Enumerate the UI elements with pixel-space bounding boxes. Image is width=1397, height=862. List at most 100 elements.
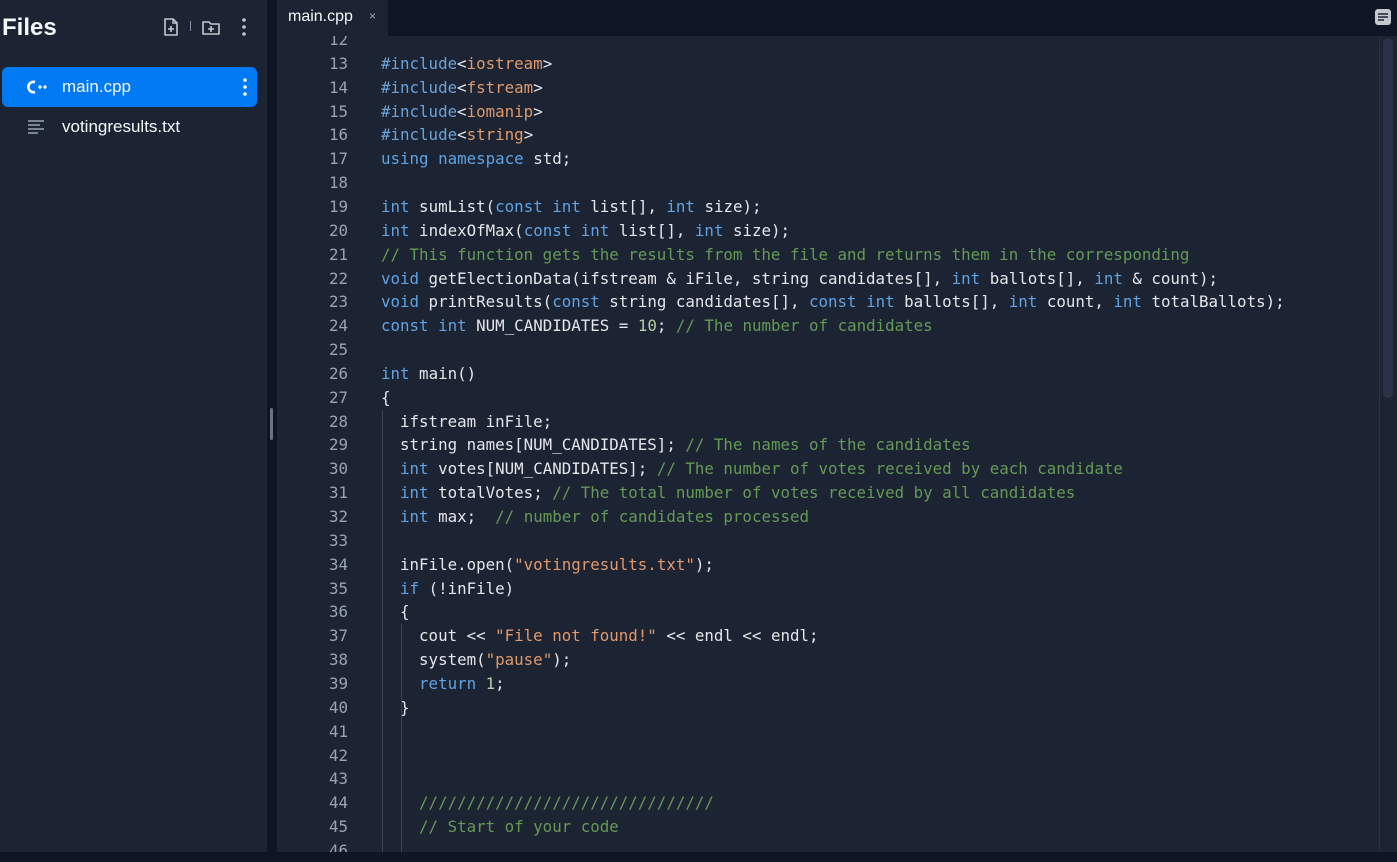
code-text: void getElectionData(ifstream & iFile, s…	[381, 267, 1218, 291]
code-line[interactable]: 31 int totalVotes; // The total number o…	[277, 481, 1379, 505]
code-token: int	[381, 196, 410, 216]
code-text: // This function gets the results from t…	[381, 243, 1189, 267]
code-text: int max; // number of candidates process…	[381, 505, 809, 529]
code-line[interactable]: 30 int votes[NUM_CANDIDATES]; // The num…	[277, 457, 1379, 481]
text-file-icon	[28, 120, 44, 134]
line-number: 29	[328, 435, 348, 455]
code-token: void	[381, 292, 420, 312]
line-number: 34	[328, 554, 348, 574]
code-text: #include<string>	[381, 123, 533, 147]
line-number: 19	[328, 196, 348, 216]
line-number: 21	[328, 244, 348, 264]
code-token: sumList(	[409, 196, 496, 216]
file-item-votingresults-txt[interactable]: votingresults.txt	[2, 107, 257, 147]
pane-resize-handle[interactable]	[270, 408, 273, 440]
code-line[interactable]: 12	[277, 36, 1379, 52]
code-editor[interactable]: 12 13 #include<iostream> 14 #include<fstream…	[277, 36, 1379, 852]
bottom-edge	[0, 852, 1397, 862]
code-line[interactable]: 44 ///////////////////////////////	[277, 791, 1379, 815]
code-token: ballots[],	[980, 268, 1095, 288]
code-text: using namespace std;	[381, 147, 571, 171]
code-line[interactable]: 40 }	[277, 696, 1379, 720]
code-token: "votingresults.txt"	[514, 554, 695, 574]
code-line[interactable]: 29 string names[NUM_CANDIDATES]; // The …	[277, 433, 1379, 457]
code-line[interactable]: 19 int sumList(const int list[], int size…	[277, 195, 1379, 219]
code-text: #include<iostream>	[381, 52, 552, 76]
code-token: int	[552, 196, 581, 216]
code-token: totalBallots);	[1141, 292, 1285, 312]
file-name: main.cpp	[62, 77, 131, 96]
code-token: int	[951, 268, 981, 288]
close-tab-icon[interactable]: ×	[369, 9, 376, 23]
code-line[interactable]: 36 {	[277, 600, 1379, 624]
code-token: int	[694, 220, 724, 240]
code-token: ballots[],	[894, 292, 1009, 312]
tab-main-cpp[interactable]: main.cpp ×	[277, 0, 388, 36]
code-token: #include	[381, 77, 458, 97]
code-line[interactable]: 26 int main()	[277, 362, 1379, 386]
code-line[interactable]: 22 void getElectionData(ifstream & iFile,…	[277, 267, 1379, 291]
code-line[interactable]: 18	[277, 171, 1379, 195]
code-line[interactable]: 46	[277, 839, 1379, 852]
code-text: }	[381, 696, 410, 720]
code-line[interactable]: 13 #include<iostream>	[277, 52, 1379, 76]
line-number: 12	[328, 36, 348, 49]
code-line[interactable]: 24 const int NUM_CANDIDATES = 10; // The …	[277, 314, 1379, 338]
code-token: #include	[381, 53, 458, 73]
scrollbar-thumb[interactable]	[1383, 38, 1393, 398]
line-number: 43	[328, 769, 348, 789]
code-line[interactable]: 15 #include<iomanip>	[277, 100, 1379, 124]
code-line[interactable]: 45 // Start of your code	[277, 815, 1379, 839]
code-token: int	[1008, 292, 1038, 312]
new-file-icon[interactable]	[160, 16, 182, 38]
code-token: (!inFile)	[419, 578, 515, 598]
layout-icon[interactable]	[1374, 8, 1392, 26]
code-line[interactable]: 28 ifstream inFile;	[277, 410, 1379, 434]
code-token: // The number of votes received by each …	[656, 459, 1123, 479]
code-token: >	[542, 53, 553, 73]
new-folder-icon[interactable]	[200, 16, 222, 38]
code-line[interactable]: 21 // This function gets the results from…	[277, 243, 1379, 267]
code-line[interactable]: 27 {	[277, 386, 1379, 410]
more-vertical-icon[interactable]	[233, 16, 255, 38]
code-token: int	[381, 220, 410, 240]
file-item-main-cpp[interactable]: main.cpp	[2, 67, 257, 107]
sidebar-title: Files	[2, 14, 57, 41]
code-line[interactable]: 16 #include<string>	[277, 123, 1379, 147]
code-line[interactable]: 23 void printResults(const string candida…	[277, 290, 1379, 314]
file-menu-icon[interactable]	[241, 77, 249, 97]
code-token: indexOfMax(	[409, 220, 524, 240]
line-number: 24	[328, 316, 348, 336]
code-token: return	[419, 673, 477, 693]
code-line[interactable]: 38 system("pause");	[277, 648, 1379, 672]
code-token: <	[457, 53, 467, 73]
code-line[interactable]: 37 cout << "File not found!" << endl << …	[277, 624, 1379, 648]
code-line[interactable]: 33	[277, 529, 1379, 553]
code-line[interactable]: 43	[277, 767, 1379, 791]
code-line[interactable]: 14 #include<fstream>	[277, 76, 1379, 100]
code-line[interactable]: 34 inFile.open("votingresults.txt");	[277, 553, 1379, 577]
code-token: int	[1113, 292, 1142, 312]
code-line[interactable]: 32 int max; // number of candidates proc…	[277, 505, 1379, 529]
code-token: const	[552, 292, 600, 312]
code-token: size);	[694, 196, 762, 216]
code-token: namespace	[438, 149, 524, 169]
code-line[interactable]: 41	[277, 720, 1379, 744]
code-line[interactable]: 20 int indexOfMax(const int list[], int s…	[277, 219, 1379, 243]
code-token: >	[533, 101, 543, 121]
line-number: 32	[328, 507, 348, 526]
vertical-scrollbar[interactable]	[1379, 36, 1397, 852]
code-line[interactable]: 39 return 1;	[277, 672, 1379, 696]
code-line[interactable]: 35 if (!inFile)	[277, 577, 1379, 601]
code-text: system("pause");	[381, 648, 571, 672]
code-text: inFile.open("votingresults.txt");	[381, 553, 714, 577]
code-line[interactable]: 17 using namespace std;	[277, 147, 1379, 171]
code-token: string candidates[],	[599, 292, 809, 312]
code-token: 10	[637, 316, 657, 336]
code-line[interactable]: 42	[277, 744, 1379, 768]
code-line[interactable]: 25	[277, 338, 1379, 362]
